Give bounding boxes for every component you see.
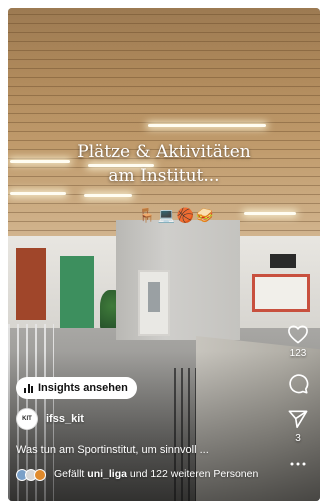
avatar-logo-text: KIT [22,416,32,422]
like-count: 123 [289,348,307,359]
insights-button[interactable]: Insights ansehen [16,377,137,399]
ceiling-light [84,194,132,197]
more-icon [290,462,306,466]
red-wall [16,248,46,320]
like-button[interactable]: 123 [287,324,309,359]
likes-row[interactable]: Gefällt uni_liga und 122 weiteren Person… [16,468,258,482]
liker-avatars [16,468,48,482]
reel-text-overlay: Plätze & Aktivitäten am Institut... [8,140,320,188]
overlay-line-2: am Institut... [108,166,220,186]
avatar[interactable]: KIT [16,408,38,430]
bar-chart-icon [24,383,33,393]
pillar [116,220,240,340]
action-bar: 123 3 [284,324,312,466]
basketball-emoji: 🏀 [176,208,195,224]
reel-video[interactable]: Plätze & Aktivitäten am Institut... 🪑 💻 … [8,8,320,501]
comment-button[interactable] [287,373,309,395]
notice-board [252,274,310,312]
liked-by-user[interactable]: uni_liga [87,468,127,480]
wall-screen [270,254,296,268]
likes-prefix: Gefällt [54,468,85,480]
laptop-emoji: 💻 [157,208,175,224]
comment-icon [289,374,309,394]
insights-button-label: Insights ansehen [38,382,128,394]
green-wall [60,256,94,330]
chair-emoji: 🪑 [138,208,156,224]
heart-icon [288,325,308,344]
share-count: 3 [295,433,301,444]
more-button[interactable] [290,462,306,466]
share-button[interactable]: 3 [287,409,309,444]
overlay-line-1: Plätze & Aktivitäten [77,142,251,162]
emoji-row: 🪑 💻 🏀 🥪 [138,208,214,224]
sandwich-emoji: 🥪 [196,208,214,224]
ceiling-light [10,192,66,195]
likes-text: Gefällt uni_liga und 122 weiteren Person… [54,468,258,482]
door-window [148,282,160,312]
likes-suffix: und 122 weiteren Personen [129,468,259,480]
post-caption[interactable]: Was tun am Sportinstitut, um sinnvoll ..… [16,444,264,456]
account-row[interactable]: KIT ifss_kit [16,408,84,430]
ceiling-light [244,212,296,215]
username[interactable]: ifss_kit [46,413,84,425]
send-icon [288,410,308,428]
ceiling-light [148,124,266,127]
liker-avatar [34,469,46,481]
